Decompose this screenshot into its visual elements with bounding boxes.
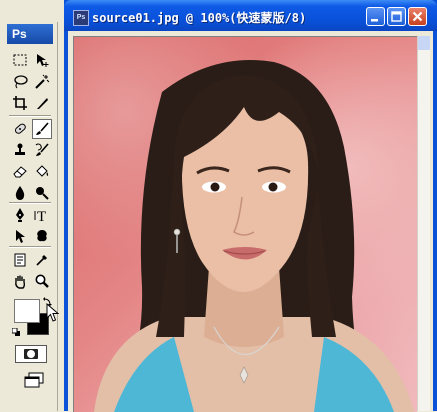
pen-tool-icon[interactable] <box>10 205 30 225</box>
svg-text:T: T <box>37 209 46 223</box>
dodge-tool-icon[interactable] <box>32 182 52 202</box>
document-ps-icon: Ps <box>73 10 89 26</box>
toolbox-divider <box>9 115 51 117</box>
toolbox-panel: Ps T <box>3 0 60 411</box>
quick-mask-icon <box>24 349 38 359</box>
foreground-color-swatch[interactable] <box>14 299 40 323</box>
scroll-up-button[interactable] <box>418 36 430 50</box>
default-colors-icon[interactable] <box>12 328 20 336</box>
notes-tool-icon[interactable] <box>10 250 30 270</box>
quick-mask-mode-button[interactable] <box>15 345 47 363</box>
move-tool-icon[interactable] <box>32 50 52 70</box>
image-canvas[interactable] <box>73 36 417 412</box>
maximize-button[interactable] <box>387 7 406 26</box>
portrait-photo <box>94 60 414 412</box>
history-brush-tool-icon[interactable] <box>32 140 52 160</box>
mouse-pointer-icon <box>46 303 60 322</box>
paint-bucket-tool-icon[interactable] <box>32 161 52 181</box>
document-title-bar[interactable]: Ps source01.jpg @ 100%(快速蒙版/8) <box>64 0 437 31</box>
toolbox-divider <box>9 202 51 204</box>
blur-tool-icon[interactable] <box>10 182 30 202</box>
slice-tool-icon[interactable] <box>32 93 52 113</box>
close-button[interactable] <box>408 7 427 26</box>
type-tool-icon[interactable]: T <box>32 205 52 225</box>
document-title: source01.jpg @ 100%(快速蒙版/8) <box>92 11 307 25</box>
magic-wand-tool-icon[interactable] <box>32 72 52 92</box>
maximize-icon <box>391 11 402 22</box>
screen-mode-icon[interactable] <box>21 372 47 390</box>
path-selection-tool-icon[interactable] <box>10 226 30 246</box>
document-frame <box>68 31 433 412</box>
document-window: Ps source01.jpg @ 100%(快速蒙版/8) <box>64 0 437 412</box>
minimize-button[interactable] <box>366 7 385 26</box>
eyedropper-tool-icon[interactable] <box>32 250 52 270</box>
vertical-scrollbar[interactable] <box>417 36 430 411</box>
toolbox-grip[interactable] <box>3 0 58 22</box>
photoshop-logo[interactable]: Ps <box>7 24 53 44</box>
close-icon <box>412 11 423 22</box>
toolbox-divider <box>9 246 51 248</box>
eraser-tool-icon[interactable] <box>10 161 30 181</box>
healing-brush-tool-icon[interactable] <box>10 119 30 139</box>
hand-tool-icon[interactable] <box>10 271 30 291</box>
brush-tool-icon[interactable] <box>32 119 52 139</box>
marquee-tool-icon[interactable] <box>10 50 30 70</box>
clone-stamp-tool-icon[interactable] <box>10 140 30 160</box>
zoom-tool-icon[interactable] <box>32 271 52 291</box>
minimize-icon <box>371 19 378 22</box>
lasso-tool-icon[interactable] <box>10 72 30 92</box>
crop-tool-icon[interactable] <box>10 93 30 113</box>
custom-shape-tool-icon[interactable] <box>32 226 52 246</box>
